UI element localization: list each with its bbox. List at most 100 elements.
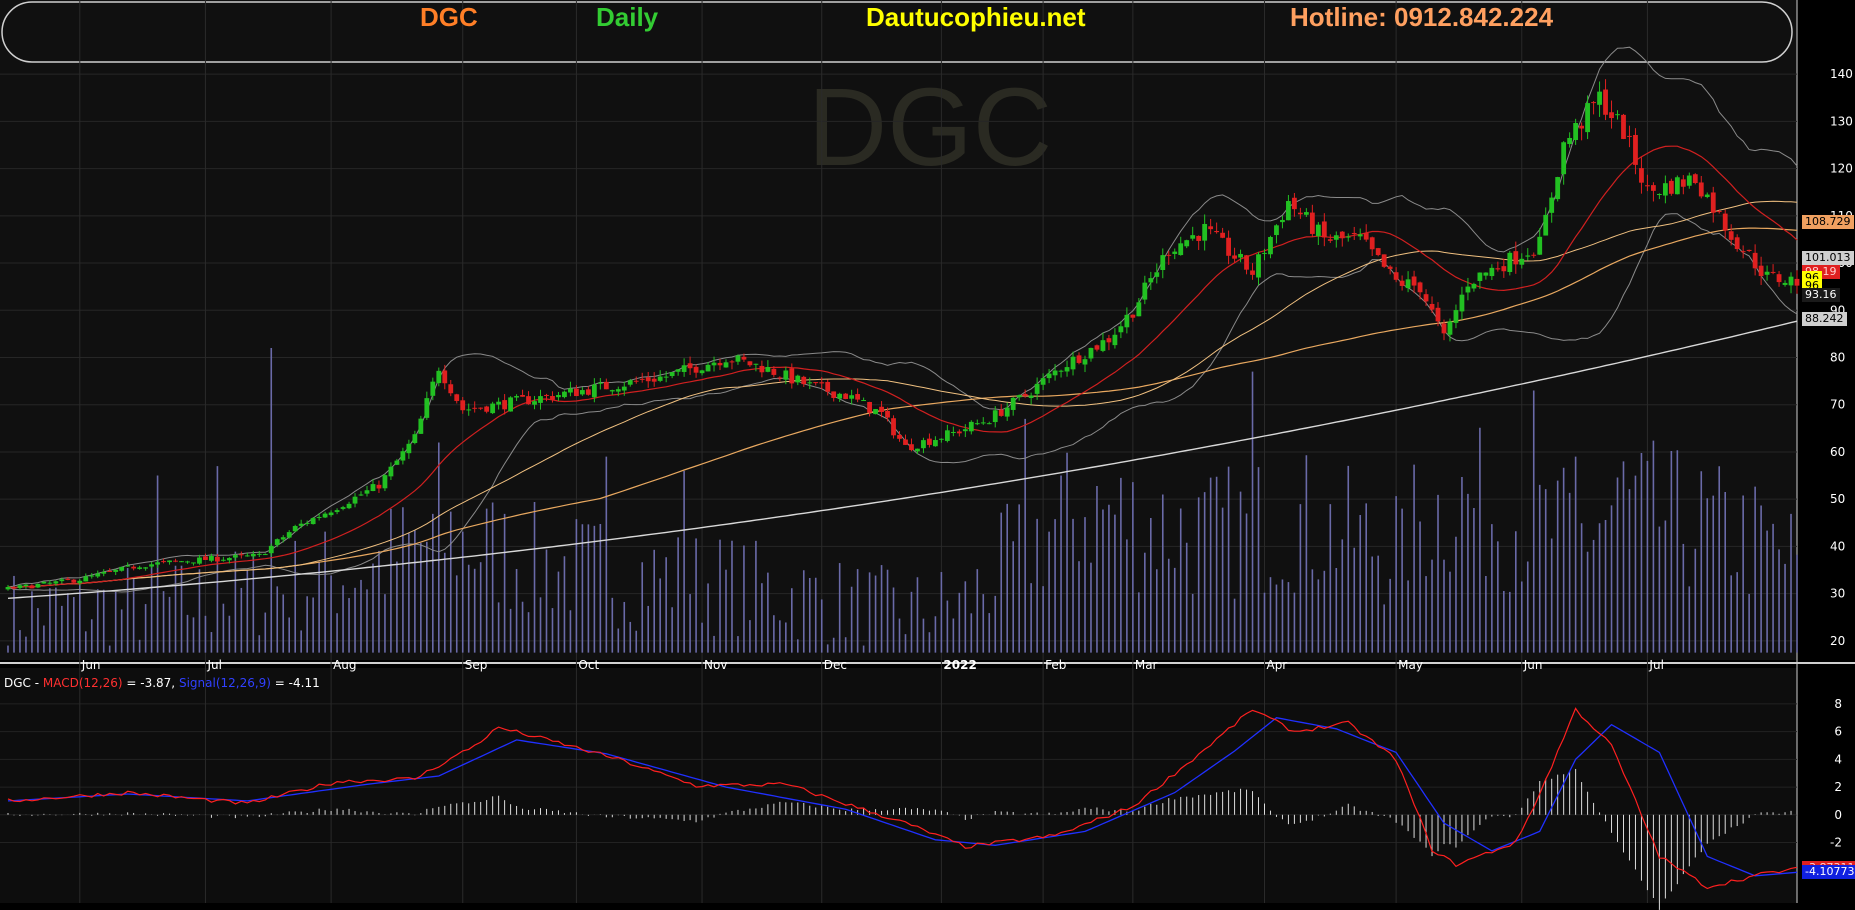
candle-body <box>986 423 992 425</box>
candle-body <box>262 554 268 556</box>
candle-body <box>1327 239 1333 241</box>
candle-body <box>657 376 663 381</box>
candle-body <box>801 376 807 385</box>
candle-body <box>388 466 394 477</box>
candle-body <box>1082 359 1088 365</box>
candle-body <box>938 438 944 440</box>
candle-body <box>1196 235 1202 241</box>
macd-tick-label: 8 <box>1834 697 1842 711</box>
candle-body <box>520 395 525 397</box>
candle-body <box>131 566 137 569</box>
candle-body <box>807 382 813 384</box>
candle-body <box>179 561 184 563</box>
candle-body <box>1070 356 1076 370</box>
candle-body <box>1471 283 1477 289</box>
candle-body <box>448 384 454 394</box>
price-tick-label: 50 <box>1830 492 1845 506</box>
candle-body <box>1286 201 1291 221</box>
price-tick-label: 120 <box>1830 162 1853 176</box>
candle-body <box>1543 214 1549 236</box>
candle-body <box>107 570 113 572</box>
time-tick-label: Jun <box>1523 658 1543 672</box>
candle-body <box>1411 276 1417 286</box>
candle-body <box>663 376 669 378</box>
candle-body <box>891 418 896 436</box>
candle-body <box>1142 282 1148 300</box>
header-interval: Daily <box>596 2 659 32</box>
candle-body <box>47 582 53 584</box>
candle-body <box>424 398 430 418</box>
macd-pane-bg <box>0 668 1797 903</box>
candle-body <box>741 356 747 360</box>
candle-body <box>849 395 855 399</box>
candle-body <box>1004 407 1010 417</box>
candle-body <box>286 532 292 538</box>
candle-body <box>669 372 675 377</box>
candle-body <box>328 512 334 516</box>
candle-body <box>1752 252 1758 269</box>
axis-price-tag: 108.729 <box>1802 214 1854 229</box>
candle-body <box>412 434 418 444</box>
candle-body <box>1662 183 1668 196</box>
candle-body <box>855 394 861 400</box>
candle-body <box>1309 212 1315 234</box>
candle-body <box>1315 224 1321 237</box>
candle-body <box>490 403 496 414</box>
candle-body <box>633 380 639 382</box>
candle-body <box>310 518 316 525</box>
candle-body <box>304 522 310 524</box>
candle-body <box>1130 314 1136 318</box>
candle-body <box>998 409 1004 416</box>
candle-body <box>1447 321 1453 335</box>
candle-body <box>250 553 256 557</box>
candle-body <box>83 576 89 582</box>
candle-body <box>1435 307 1441 322</box>
candle-body <box>472 407 478 409</box>
candle-body <box>1351 232 1357 235</box>
candle-body <box>143 567 149 569</box>
candle-body <box>1154 272 1160 277</box>
candle-body <box>1758 265 1764 277</box>
time-tick-label: Oct <box>578 658 599 672</box>
candle-body <box>1788 276 1794 286</box>
candle-body <box>1381 254 1387 267</box>
candle-body <box>155 562 160 565</box>
candle-body <box>1549 197 1555 213</box>
macd-tick-label: -2 <box>1830 836 1842 850</box>
candle-body <box>1399 280 1405 286</box>
price-chart[interactable]: DGC2030405060708090100110120130140-20246… <box>0 0 1855 910</box>
candle-body <box>1208 226 1214 230</box>
time-tick-label: Jun <box>81 658 101 672</box>
candle-body <box>1764 271 1770 275</box>
candle-body <box>1501 266 1507 272</box>
candle-body <box>1489 267 1495 277</box>
candle-body <box>1010 397 1016 410</box>
candle-body <box>1531 254 1537 256</box>
candle-body <box>1345 236 1351 238</box>
candle-body <box>1214 230 1220 233</box>
candle-body <box>1686 175 1692 186</box>
candle-body <box>1244 255 1249 270</box>
macd-tick-label: 0 <box>1834 808 1842 822</box>
candle-body <box>897 434 902 439</box>
candle-body <box>681 365 687 372</box>
candle-body <box>1746 249 1752 251</box>
candle-body <box>603 381 609 390</box>
candle-body <box>1088 347 1094 359</box>
candle-body <box>5 586 11 590</box>
candle-body <box>1034 383 1040 394</box>
candle-body <box>927 438 932 445</box>
candle-body <box>35 583 41 588</box>
header-site[interactable]: Dautucophieu.net <box>866 2 1086 33</box>
candle-body <box>591 384 597 398</box>
candle-body <box>1423 294 1429 302</box>
candle-body <box>944 430 950 441</box>
candle-body <box>544 394 549 396</box>
candle-body <box>191 562 196 564</box>
candle-body <box>921 440 926 449</box>
axis-price-tag: 88.242 <box>1802 311 1847 326</box>
candle-body <box>1507 252 1513 272</box>
candle-body <box>1567 137 1573 145</box>
macd-legend-macd-value: = -3.87, <box>122 676 179 690</box>
candle-body <box>1794 278 1800 286</box>
